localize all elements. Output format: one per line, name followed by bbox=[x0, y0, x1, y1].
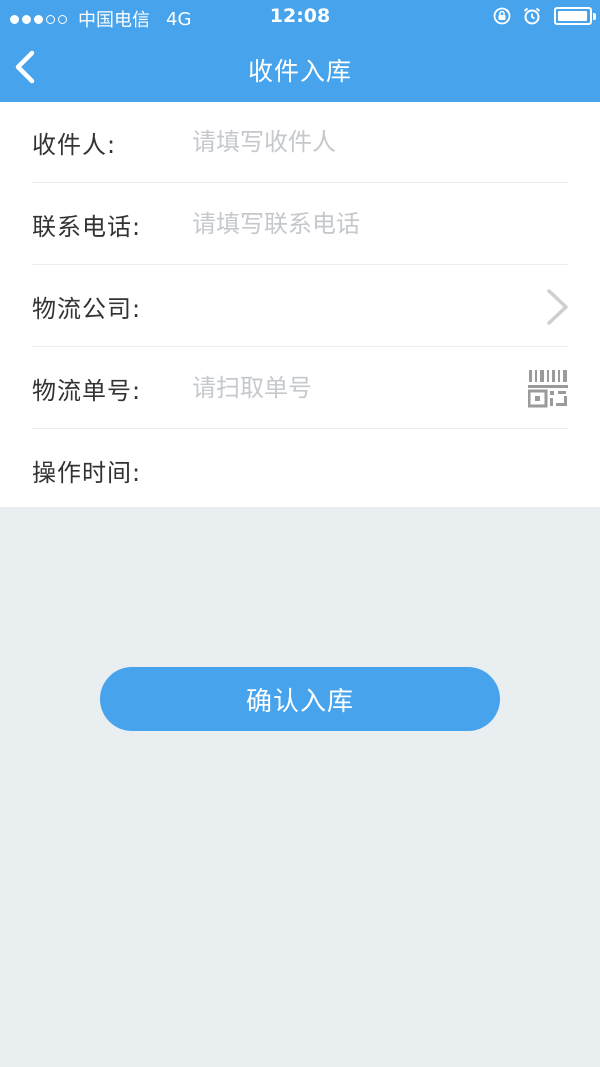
phone-row: 联系电话: bbox=[32, 184, 568, 265]
page-title: 收件入库 bbox=[247, 57, 352, 86]
phone-input[interactable] bbox=[192, 204, 568, 244]
status-right bbox=[482, 6, 596, 26]
receipt-form: 收件人: 联系电话: 物流公司: 物流单号: bbox=[0, 102, 600, 507]
battery-tip bbox=[593, 13, 596, 20]
time-label: 操作时间: bbox=[32, 459, 142, 487]
app-header: 中国电信 4G 12:08 收件入库 bbox=[0, 0, 600, 102]
rotation-lock-icon bbox=[493, 7, 511, 25]
battery-fill bbox=[558, 11, 587, 21]
nav-bar: 收件入库 bbox=[0, 34, 600, 102]
courier-row[interactable]: 物流公司: bbox=[32, 266, 568, 347]
time-value bbox=[192, 451, 568, 491]
courier-value bbox=[192, 286, 568, 326]
courier-label: 物流公司: bbox=[32, 294, 142, 323]
alarm-icon bbox=[523, 7, 541, 25]
confirm-button[interactable]: 确认入库 bbox=[100, 667, 500, 731]
recipient-label: 收件人: bbox=[32, 130, 117, 159]
time-row: 操作时间: bbox=[32, 430, 568, 511]
status-bar: 中国电信 4G 12:08 bbox=[0, 0, 600, 34]
chevron-right-icon[interactable] bbox=[544, 288, 570, 326]
recipient-row: 收件人: bbox=[32, 102, 568, 183]
tracking-label: 物流单号: bbox=[32, 376, 142, 405]
tracking-row: 物流单号: bbox=[32, 348, 568, 429]
battery-icon bbox=[554, 7, 596, 25]
barcode-scan-icon[interactable] bbox=[528, 368, 568, 408]
phone-label: 联系电话: bbox=[32, 212, 142, 241]
tracking-input[interactable] bbox=[192, 368, 568, 408]
recipient-input[interactable] bbox=[192, 122, 568, 162]
